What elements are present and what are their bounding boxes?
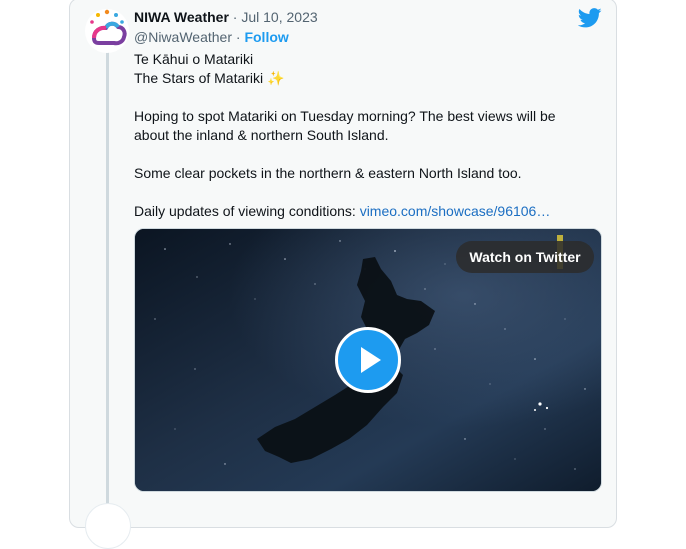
- date-separator: ·: [228, 9, 242, 25]
- niwa-logo-icon: [90, 9, 127, 46]
- author-handle[interactable]: @NiwaWeather: [134, 29, 232, 45]
- next-tweet-avatar[interactable]: [85, 503, 131, 549]
- tweet-paragraph-1: Hoping to spot Matariki on Tuesday morni…: [134, 108, 556, 143]
- handle-row: @NiwaWeather · Follow: [134, 29, 289, 45]
- watch-on-twitter-button[interactable]: Watch on Twitter: [456, 241, 594, 273]
- tweet-date[interactable]: Jul 10, 2023: [241, 9, 317, 25]
- play-icon: [361, 347, 381, 373]
- twitter-bird-icon[interactable]: [578, 8, 602, 28]
- follow-button[interactable]: Follow: [244, 29, 288, 45]
- avatar[interactable]: [85, 9, 129, 53]
- tweet-paragraph-3: Daily updates of viewing conditions: vim…: [134, 202, 594, 221]
- play-button[interactable]: [335, 327, 401, 393]
- sparkles-icon: ✨: [267, 70, 285, 86]
- video-media[interactable]: Watch on Twitter: [134, 228, 602, 492]
- vimeo-link[interactable]: vimeo.com/showcase/96106…: [360, 203, 551, 219]
- tweet-line-2: The Stars of Matariki ✨: [134, 69, 594, 88]
- tweet-header: NIWA Weather · Jul 10, 2023: [134, 9, 318, 27]
- tweet-line-2-text: The Stars of Matariki: [134, 70, 264, 86]
- thread-line: [106, 52, 109, 522]
- tweet-paragraph-2: Some clear pockets in the northern & eas…: [134, 165, 522, 181]
- tweet-line-1: Te Kāhui o Matariki: [134, 51, 254, 67]
- handle-separator: ·: [232, 29, 245, 45]
- tweet-paragraph-3-prefix: Daily updates of viewing conditions:: [134, 203, 360, 219]
- author-name[interactable]: NIWA Weather: [134, 9, 229, 25]
- tweet-text: Te Kāhui o Matariki The Stars of Matarik…: [134, 50, 594, 221]
